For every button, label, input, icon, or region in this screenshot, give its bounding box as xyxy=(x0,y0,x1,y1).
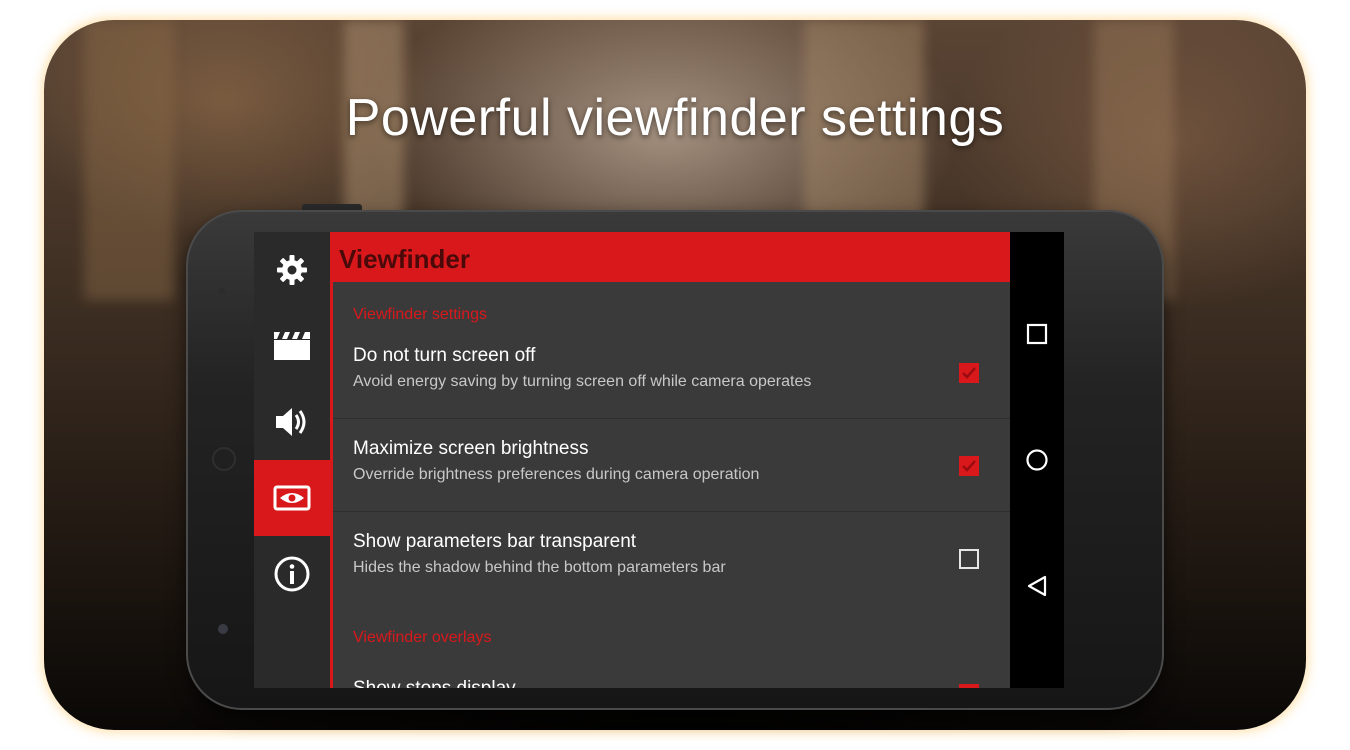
front-camera xyxy=(218,624,228,634)
checkmark-icon xyxy=(962,367,976,379)
background-blur xyxy=(84,20,174,300)
back-triangle-icon xyxy=(1027,575,1047,597)
checkbox-checked[interactable] xyxy=(959,456,979,476)
system-nav-bar xyxy=(1010,232,1064,688)
gear-icon xyxy=(277,255,307,285)
clapperboard-icon xyxy=(274,332,310,360)
setting-subtitle: Override brightness preferences during c… xyxy=(353,466,760,483)
setting-subtitle: Hides the shadow behind the bottom param… xyxy=(353,559,726,576)
app-screen: Viewfinder Viewfinder settings Do not tu… xyxy=(254,232,1064,688)
home-button[interactable] xyxy=(1010,440,1064,480)
setting-title: Show stops display xyxy=(353,678,516,688)
square-icon xyxy=(1026,323,1048,345)
setting-subtitle: Avoid energy saving by turning screen of… xyxy=(353,373,812,390)
checkmark-icon xyxy=(962,460,976,472)
info-icon xyxy=(274,556,310,592)
setting-title: Show parameters bar transparent xyxy=(353,531,637,552)
eye-icon xyxy=(273,485,311,511)
speaker-icon xyxy=(276,408,306,436)
section-header: Viewfinder settings xyxy=(353,306,487,323)
setting-row-parameters-bar[interactable]: Show parameters bar transparent Hides th… xyxy=(333,512,1010,605)
checkbox-unchecked[interactable] xyxy=(959,549,979,569)
rail-item-video[interactable] xyxy=(254,308,330,384)
rail-item-sound[interactable] xyxy=(254,384,330,460)
rail-item-general[interactable] xyxy=(254,232,330,308)
circle-icon xyxy=(1026,449,1048,471)
setting-title: Maximize screen brightness xyxy=(353,438,589,459)
setting-row-screen-off[interactable]: Do not turn screen off Avoid energy savi… xyxy=(333,326,1010,419)
speaker-grille xyxy=(212,447,236,471)
recents-button[interactable] xyxy=(1010,314,1064,354)
setting-row-stops-display[interactable]: Show stops display xyxy=(333,656,1010,688)
rail-item-viewfinder[interactable] xyxy=(254,460,330,536)
section-header: Viewfinder overlays xyxy=(353,629,492,646)
settings-rail xyxy=(254,232,330,688)
checkbox-checked[interactable] xyxy=(959,363,979,383)
setting-row-brightness[interactable]: Maximize screen brightness Override brig… xyxy=(333,419,1010,512)
rail-item-about[interactable] xyxy=(254,536,330,612)
settings-list: Viewfinder settings Do not turn screen o… xyxy=(333,282,1010,688)
setting-title: Do not turn screen off xyxy=(353,345,536,366)
headline: Powerful viewfinder settings xyxy=(345,89,1005,147)
checkbox-checked[interactable] xyxy=(959,684,979,688)
page-title: Viewfinder xyxy=(333,232,1010,282)
light-sensor xyxy=(219,288,225,294)
back-button[interactable] xyxy=(1010,566,1064,606)
